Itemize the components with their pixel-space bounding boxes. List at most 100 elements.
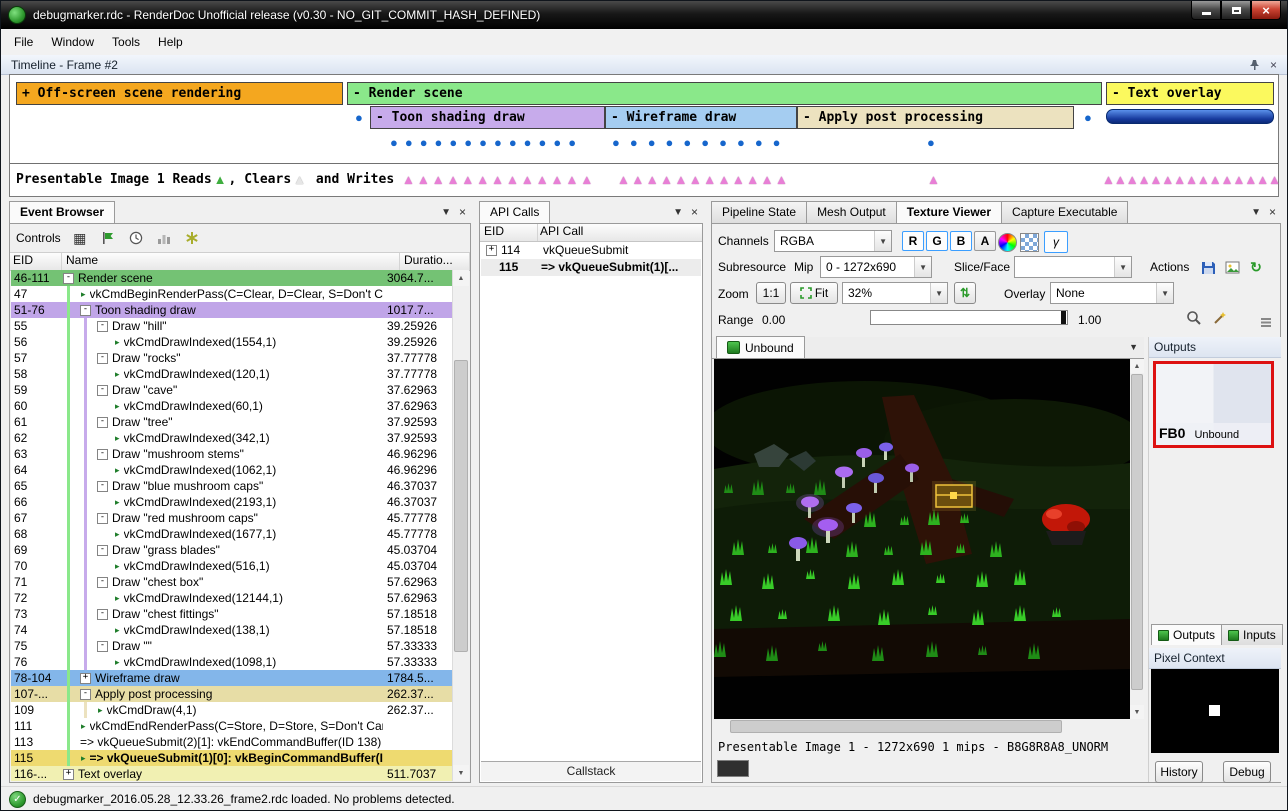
event-row[interactable]: 61-Draw "tree"37.92593 bbox=[11, 414, 453, 430]
event-browser-scrollbar[interactable]: ▲ ▼ bbox=[452, 270, 469, 781]
channel-r-button[interactable]: R bbox=[902, 231, 924, 251]
event-row[interactable]: 58▸vkCmdDrawIndexed(120,1)37.77778 bbox=[11, 366, 453, 382]
panel-close-icon[interactable]: × bbox=[691, 205, 698, 219]
timeline-event-dot[interactable]: ● bbox=[1084, 111, 1092, 124]
channels-select[interactable]: RGBA▼ bbox=[774, 230, 892, 252]
tree-expander[interactable]: - bbox=[97, 641, 108, 652]
tree-expander[interactable]: - bbox=[97, 385, 108, 396]
event-row[interactable]: 51-76-Toon shading draw1017.7... bbox=[11, 302, 453, 318]
scrollbar-thumb[interactable] bbox=[454, 360, 468, 652]
event-row[interactable]: 109▸vkCmdDraw(4,1)262.37... bbox=[11, 702, 453, 718]
bookmark-icon[interactable] bbox=[183, 229, 201, 247]
event-row[interactable]: 113=> vkQueueSubmit(2)[1]: vkEndCommandB… bbox=[11, 734, 453, 750]
texture-hscrollbar[interactable] bbox=[714, 719, 1130, 733]
zoom-range-icon[interactable] bbox=[1184, 308, 1204, 328]
timeline-bar-offscreen[interactable]: + Off-screen scene rendering bbox=[16, 82, 343, 105]
tab-inputs[interactable]: Inputs bbox=[1221, 624, 1283, 645]
fit-button[interactable]: Fit bbox=[790, 282, 838, 304]
callstack-section[interactable]: Callstack bbox=[481, 761, 701, 781]
texture-canvas[interactable]: ▲ ▼ bbox=[714, 359, 1144, 733]
tree-expander[interactable]: - bbox=[63, 273, 74, 284]
zoom-1to1-button[interactable]: 1:1 bbox=[756, 282, 786, 304]
usage-triangles[interactable]: ▲▲▲▲▲▲▲▲▲▲▲▲ bbox=[617, 173, 789, 186]
panel-menu-icon[interactable]: ▼ bbox=[1251, 207, 1261, 218]
timeline-activity-bar[interactable] bbox=[1106, 109, 1274, 124]
autofit-wand-icon[interactable] bbox=[1210, 308, 1230, 328]
timer-icon[interactable] bbox=[127, 229, 145, 247]
api-call-row[interactable]: 115=> vkQueueSubmit(1)[... bbox=[481, 259, 701, 276]
tree-expander[interactable]: - bbox=[97, 449, 108, 460]
channel-a-button[interactable]: A bbox=[974, 231, 996, 251]
tab-capture-executable[interactable]: Capture Executable bbox=[1001, 201, 1128, 223]
tab-outputs[interactable]: Outputs bbox=[1151, 624, 1222, 645]
debug-button[interactable]: Debug bbox=[1223, 761, 1271, 783]
timeline-draw-dots-wireframe[interactable]: ●●●●●●●●●● bbox=[612, 136, 791, 149]
scroll-up-icon[interactable]: ▲ bbox=[453, 270, 469, 286]
tree-expander[interactable]: - bbox=[97, 417, 108, 428]
alpha-checker-icon[interactable] bbox=[1020, 233, 1039, 252]
tree-expander[interactable]: - bbox=[97, 353, 108, 364]
tree-expander[interactable]: + bbox=[63, 769, 74, 780]
usage-triangles[interactable]: ▲ bbox=[927, 173, 940, 186]
scroll-down-icon[interactable]: ▼ bbox=[453, 765, 469, 781]
range-slider[interactable] bbox=[870, 310, 1068, 325]
event-row[interactable]: 66▸vkCmdDrawIndexed(2193,1)46.37037 bbox=[11, 494, 453, 510]
event-row[interactable]: 46-111-Render scene3064.7... bbox=[11, 270, 453, 286]
history-button[interactable]: History bbox=[1155, 761, 1203, 783]
col-eid[interactable]: EID bbox=[480, 224, 538, 241]
tab-mesh-output[interactable]: Mesh Output bbox=[806, 201, 897, 223]
tree-expander[interactable]: - bbox=[97, 577, 108, 588]
event-row[interactable]: 67-Draw "red mushroom caps"45.77778 bbox=[11, 510, 453, 526]
event-row[interactable]: 64▸vkCmdDrawIndexed(1062,1)46.96296 bbox=[11, 462, 453, 478]
channel-b-button[interactable]: B bbox=[950, 231, 972, 251]
col-eid[interactable]: EID bbox=[10, 253, 62, 270]
slice-face-select[interactable]: ▼ bbox=[1014, 256, 1132, 278]
scroll-down-icon[interactable]: ▼ bbox=[1130, 705, 1144, 719]
menu-help[interactable]: Help bbox=[149, 32, 192, 52]
overlay-select[interactable]: None▼ bbox=[1050, 282, 1174, 304]
minimize-button[interactable] bbox=[1191, 1, 1221, 20]
event-row[interactable]: 73-Draw "chest fittings"57.18518 bbox=[11, 606, 453, 622]
event-row[interactable]: 62▸vkCmdDrawIndexed(342,1)37.92593 bbox=[11, 430, 453, 446]
close-button[interactable]: × bbox=[1251, 1, 1281, 20]
event-row[interactable]: 107-...-Apply post processing262.37... bbox=[11, 686, 453, 702]
event-row[interactable]: 68▸vkCmdDrawIndexed(1677,1)45.77778 bbox=[11, 526, 453, 542]
tree-expander[interactable]: - bbox=[80, 305, 91, 316]
tab-api-calls[interactable]: API Calls bbox=[479, 201, 550, 223]
timeline-bar-text-overlay[interactable]: - Text overlay bbox=[1106, 82, 1274, 105]
event-row[interactable]: 69-Draw "grass blades"45.03704 bbox=[11, 542, 453, 558]
pixel-context-canvas[interactable] bbox=[1151, 669, 1279, 753]
menu-window[interactable]: Window bbox=[42, 32, 103, 52]
usage-triangles[interactable]: ▲▲▲▲▲▲▲▲▲▲▲▲▲▲▲ bbox=[1102, 173, 1280, 186]
timeline-bar-toon[interactable]: - Toon shading draw bbox=[370, 106, 605, 129]
timeline-bar-postproc[interactable]: - Apply post processing bbox=[797, 106, 1074, 129]
tree-expander[interactable]: - bbox=[80, 689, 91, 700]
timeline-bar-wireframe[interactable]: - Wireframe draw bbox=[605, 106, 797, 129]
texture-tab-unbound[interactable]: Unbound bbox=[716, 336, 805, 358]
channel-g-button[interactable]: G bbox=[926, 231, 948, 251]
event-row[interactable]: 74▸vkCmdDrawIndexed(138,1)57.18518 bbox=[11, 622, 453, 638]
gamma-button[interactable]: γ bbox=[1044, 231, 1068, 253]
panel-menu-icon[interactable]: ▼ bbox=[673, 207, 683, 218]
event-row[interactable]: 115▸=> vkQueueSubmit(1)[0]: vkBeginComma… bbox=[11, 750, 453, 766]
col-api-call[interactable]: API Call bbox=[538, 224, 702, 241]
usage-triangles[interactable]: ▲▲▲▲▲▲▲▲▲▲▲▲▲ bbox=[402, 173, 595, 186]
stats-icon[interactable] bbox=[155, 229, 173, 247]
tree-expander[interactable]: - bbox=[97, 321, 108, 332]
col-duration[interactable]: Duratio... bbox=[400, 253, 470, 270]
event-row[interactable]: 56▸vkCmdDrawIndexed(1554,1)39.25926 bbox=[11, 334, 453, 350]
tab-pipeline-state[interactable]: Pipeline State bbox=[711, 201, 807, 223]
event-row[interactable]: 60▸vkCmdDrawIndexed(60,1)37.62963 bbox=[11, 398, 453, 414]
tree-expander[interactable]: - bbox=[97, 481, 108, 492]
event-row[interactable]: 111▸vkCmdEndRenderPass(C=Store, D=Store,… bbox=[11, 718, 453, 734]
panel-close-icon[interactable]: × bbox=[459, 205, 466, 219]
filter-icon[interactable]: ▦ bbox=[71, 229, 89, 247]
mip-select[interactable]: 0 - 1272x690▼ bbox=[820, 256, 932, 278]
event-row[interactable]: 78-104+Wireframe draw1784.5... bbox=[11, 670, 453, 686]
timeline-bar-render-scene[interactable]: - Render scene bbox=[347, 82, 1102, 105]
event-row[interactable]: 70▸vkCmdDrawIndexed(516,1)45.03704 bbox=[11, 558, 453, 574]
panel-menu-icon[interactable]: ▼ bbox=[441, 207, 451, 218]
texture-vscrollbar[interactable]: ▲ ▼ bbox=[1130, 359, 1144, 719]
menu-file[interactable]: File bbox=[5, 32, 42, 52]
event-row[interactable]: 57-Draw "rocks"37.77778 bbox=[11, 350, 453, 366]
